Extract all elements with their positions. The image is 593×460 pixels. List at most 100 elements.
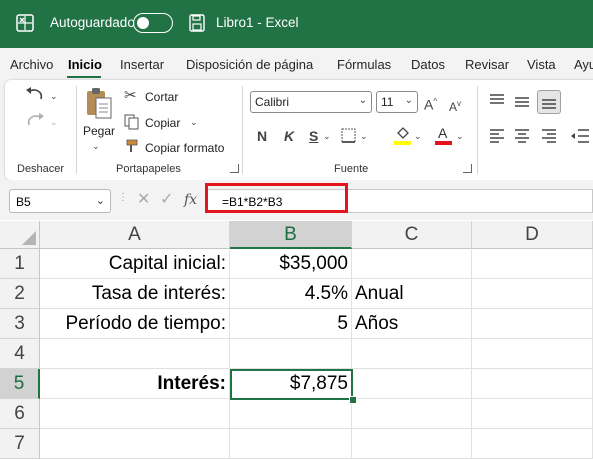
cell-d4[interactable] <box>472 339 593 369</box>
decrease-indent-icon[interactable] <box>570 128 590 144</box>
row-header-3[interactable]: 3 <box>0 309 40 339</box>
cell-a5[interactable]: Interés: <box>40 369 230 399</box>
undo-icon[interactable] <box>24 86 46 104</box>
tab-formulas[interactable]: Fórmulas <box>337 57 391 72</box>
cell-d3[interactable] <box>472 309 593 339</box>
name-box[interactable]: B5 ⌄ <box>9 189 111 213</box>
paste-label[interactable]: Pegar <box>83 124 115 138</box>
tab-revisar[interactable]: Revisar <box>465 57 509 72</box>
save-icon[interactable] <box>189 14 205 32</box>
increase-font-icon[interactable]: A^ <box>424 94 437 113</box>
italic-button[interactable]: K <box>284 128 294 144</box>
tab-vista[interactable]: Vista <box>527 57 556 72</box>
align-bottom-button[interactable] <box>537 90 561 114</box>
align-top-icon[interactable] <box>488 92 506 108</box>
row-header-4[interactable]: 4 <box>0 339 40 369</box>
chevron-down-icon: ⌄ <box>358 95 367 106</box>
column-header-a[interactable]: A <box>40 221 230 249</box>
cell-a3[interactable]: Período de tiempo: <box>40 309 230 339</box>
cell-c7[interactable] <box>352 429 472 459</box>
cell-c3[interactable]: Años <box>352 309 472 339</box>
cell-c4[interactable] <box>352 339 472 369</box>
row-header-1[interactable]: 1 <box>0 249 40 279</box>
borders-icon[interactable] <box>340 127 358 145</box>
cell-a2[interactable]: Tasa de interés: <box>40 279 230 309</box>
clipboard-launcher-icon[interactable] <box>230 164 239 173</box>
tab-insertar[interactable]: Insertar <box>120 57 164 72</box>
fill-color-dropdown-icon[interactable]: ⌄ <box>414 128 422 144</box>
row-header-5[interactable]: 5 <box>0 369 40 399</box>
copy-label[interactable]: Copiar <box>145 116 180 130</box>
redo-icon[interactable] <box>24 112 46 130</box>
tab-archivo[interactable]: Archivo <box>10 57 53 72</box>
cell-d1[interactable] <box>472 249 593 279</box>
cut-label[interactable]: Cortar <box>145 90 178 104</box>
insert-function-button[interactable]: fx <box>184 192 197 208</box>
align-bottom-icon <box>542 99 556 109</box>
paste-icon[interactable] <box>85 86 113 120</box>
align-center-icon[interactable] <box>513 128 531 144</box>
tab-inicio[interactable]: Inicio <box>68 57 102 72</box>
ribbon-separator <box>242 86 243 174</box>
paste-dropdown-icon[interactable]: ⌄ <box>92 138 100 154</box>
format-painter-icon[interactable] <box>124 138 140 154</box>
cell-b3[interactable]: 5 <box>230 309 352 339</box>
row-header-6[interactable]: 6 <box>0 399 40 429</box>
cell-b7[interactable] <box>230 429 352 459</box>
cell-b6[interactable] <box>230 399 352 429</box>
cell-d6[interactable] <box>472 399 593 429</box>
row-header-2[interactable]: 2 <box>0 279 40 309</box>
font-launcher-icon[interactable] <box>463 164 472 173</box>
cell-c2[interactable]: Anual <box>352 279 472 309</box>
cut-icon[interactable]: ✂ <box>124 88 137 104</box>
bold-button[interactable]: N <box>257 128 267 144</box>
cell-a4[interactable] <box>40 339 230 369</box>
cell-b2[interactable]: 4.5% <box>230 279 352 309</box>
align-left-icon[interactable] <box>488 128 506 144</box>
fill-color-icon[interactable] <box>393 124 413 146</box>
tab-disposicion[interactable]: Disposición de página <box>186 57 313 72</box>
cell-a6[interactable] <box>40 399 230 429</box>
font-name-select[interactable]: Calibri ⌄ <box>250 91 372 113</box>
underline-dropdown-icon[interactable]: ⌄ <box>323 128 331 144</box>
cell-c1[interactable] <box>352 249 472 279</box>
fill-handle[interactable] <box>349 396 357 404</box>
cell-c5[interactable] <box>352 369 472 399</box>
tab-ayuda[interactable]: Ayu <box>574 57 593 72</box>
column-header-d[interactable]: D <box>472 221 593 249</box>
column-header-b[interactable]: B <box>230 221 352 249</box>
chevron-down-icon: ⌄ <box>404 95 413 106</box>
row-header-7[interactable]: 7 <box>0 429 40 459</box>
column-header-c[interactable]: C <box>352 221 472 249</box>
cell-b1[interactable]: $35,000 <box>230 249 352 279</box>
cell-d2[interactable] <box>472 279 593 309</box>
cell-b4[interactable] <box>230 339 352 369</box>
decrease-font-icon[interactable]: Av <box>449 96 461 115</box>
select-all-button[interactable] <box>0 221 40 249</box>
svg-text:A: A <box>438 125 448 141</box>
borders-dropdown-icon[interactable]: ⌄ <box>360 128 368 144</box>
more-options-icon[interactable]: ⋮ <box>118 190 128 206</box>
cancel-formula-icon[interactable]: ✕ <box>137 192 150 208</box>
underline-button[interactable]: S <box>309 128 318 144</box>
cell-c6[interactable] <box>352 399 472 429</box>
undo-group-label: Deshacer <box>17 163 65 175</box>
undo-dropdown-icon[interactable]: ⌄ <box>50 88 58 104</box>
cell-d7[interactable] <box>472 429 593 459</box>
autosave-toggle[interactable] <box>133 13 173 33</box>
title-bar: Autoguardado Libro1 - Excel <box>0 0 593 48</box>
copy-dropdown-icon[interactable]: ⌄ <box>190 114 198 130</box>
font-color-dropdown-icon[interactable]: ⌄ <box>456 128 464 144</box>
enter-formula-icon[interactable]: ✓ <box>160 192 173 208</box>
font-size-select[interactable]: 11 ⌄ <box>376 91 418 113</box>
align-middle-icon[interactable] <box>513 94 531 110</box>
font-color-icon[interactable]: A <box>434 124 454 146</box>
cell-d5[interactable] <box>472 369 593 399</box>
cell-a7[interactable] <box>40 429 230 459</box>
format-painter-label[interactable]: Copiar formato <box>145 141 224 155</box>
copy-icon[interactable] <box>124 114 140 130</box>
redo-dropdown-icon[interactable]: ⌄ <box>50 114 58 130</box>
cell-a1[interactable]: Capital inicial: <box>40 249 230 279</box>
align-right-icon[interactable] <box>540 128 558 144</box>
tab-datos[interactable]: Datos <box>411 57 445 72</box>
